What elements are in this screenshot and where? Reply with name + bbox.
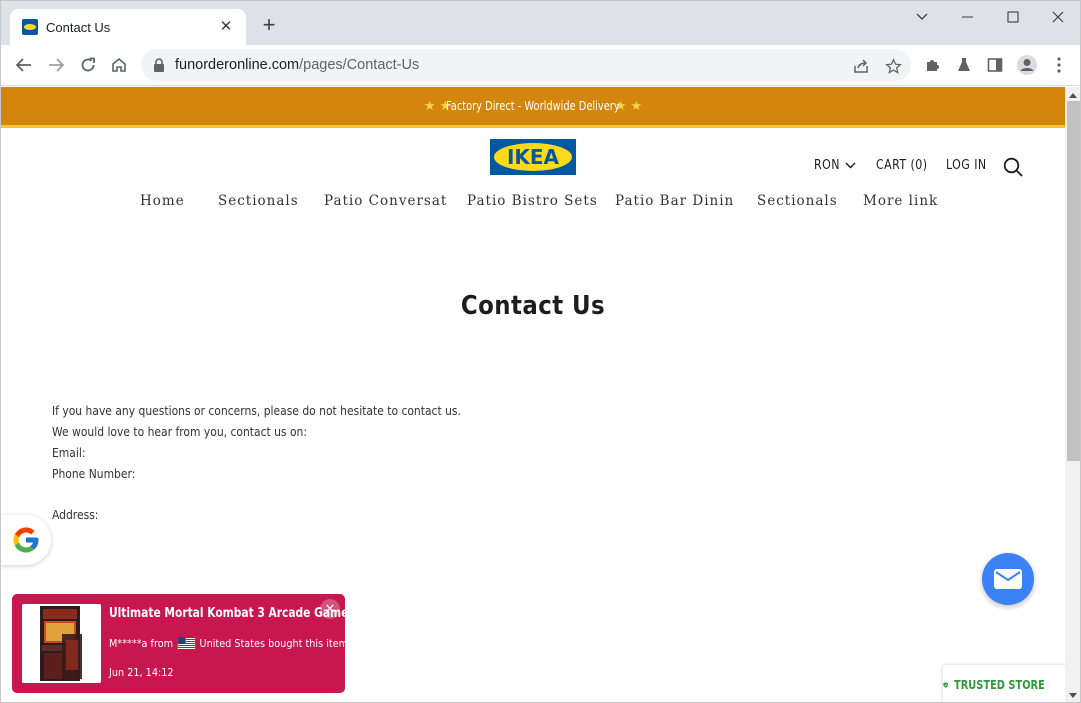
- popup-product-title[interactable]: Ultimate Mortal Kombat 3 Arcade Game: [109, 606, 348, 621]
- announcement-bar: ★ ★ Factory Direct - Worldwide Delivery …: [1, 87, 1065, 128]
- scroll-thumb[interactable]: [1067, 101, 1080, 461]
- address-bar[interactable]: funorderonline.com/pages/Contact-Us: [141, 49, 911, 81]
- address-label: Address:: [52, 507, 99, 522]
- cart-label: CART (0): [876, 158, 928, 173]
- trusted-store-label: TRUSTED STORE: [954, 678, 1046, 692]
- currency-label: RON: [814, 158, 840, 173]
- store-logo[interactable]: IKEA: [490, 139, 576, 175]
- menu-item-patio-conversat[interactable]: Patio Conversat: [324, 193, 447, 209]
- page-scrollbar[interactable]: [1065, 87, 1080, 702]
- currency-selector[interactable]: RON: [814, 158, 856, 173]
- share-icon[interactable]: [851, 56, 871, 76]
- popup-close-icon[interactable]: ✕: [320, 599, 340, 619]
- browser-menu-icon[interactable]: [1048, 54, 1070, 76]
- email-label: Email:: [52, 445, 86, 460]
- popup-buyer: M*****a from: [109, 637, 174, 650]
- lock-icon: [154, 58, 164, 72]
- browser-tab-active[interactable]: Contact Us ✕: [10, 9, 246, 45]
- menu-item-sectionals[interactable]: Sectionals: [218, 193, 299, 209]
- browser-toolbar: funorderonline.com/pages/Contact-Us: [1, 45, 1080, 86]
- contact-mail-button[interactable]: [982, 553, 1034, 605]
- popup-buyer-line: M*****a from United States bought this i…: [109, 637, 348, 650]
- scroll-down-arrow-icon[interactable]: [1069, 693, 1077, 698]
- browser-window: Contact Us ✕ + funorderonline.com/pages/…: [0, 0, 1081, 703]
- scroll-up-arrow-icon[interactable]: [1069, 93, 1077, 98]
- us-flag-icon: [177, 637, 196, 650]
- logo-text: IKEA: [507, 146, 560, 168]
- product-thumbnail: [22, 604, 101, 683]
- login-link[interactable]: LOG IN: [946, 158, 994, 173]
- tab-title: Contact Us: [46, 19, 111, 35]
- google-g-icon: [13, 527, 39, 553]
- recent-purchase-popup[interactable]: Ultimate Mortal Kombat 3 Arcade Game M**…: [12, 594, 348, 693]
- page-title: Contact Us: [1, 291, 1065, 321]
- phone-label: Phone Number:: [52, 466, 136, 481]
- star-icon: ★: [423, 98, 436, 114]
- labs-flask-icon[interactable]: [953, 54, 975, 76]
- contact-invite-text: We would love to hear from you, contact …: [52, 424, 307, 439]
- menu-item-patio-bistro-sets[interactable]: Patio Bistro Sets: [467, 193, 598, 209]
- shield-check-icon: [943, 682, 948, 688]
- back-arrow-icon[interactable]: [11, 52, 37, 78]
- menu-item-sectionals-2[interactable]: Sectionals: [757, 193, 838, 209]
- tab-close-icon[interactable]: ✕: [216, 17, 236, 37]
- new-tab-icon[interactable]: +: [257, 14, 281, 38]
- window-close-icon[interactable]: [1043, 5, 1073, 29]
- google-reviews-badge[interactable]: [1, 515, 51, 565]
- cart-link[interactable]: CART (0): [876, 158, 937, 173]
- logo-wordmark: IKEA: [507, 146, 560, 168]
- maximize-icon[interactable]: [998, 5, 1028, 29]
- tab-strip: Contact Us ✕ +: [1, 1, 1080, 45]
- reload-icon[interactable]: [75, 52, 101, 78]
- side-panel-icon[interactable]: [984, 54, 1006, 76]
- menu-item-patio-bar-dinin[interactable]: Patio Bar Dinin: [615, 193, 734, 209]
- popup-date: Jun 21, 14:12: [109, 666, 174, 679]
- page-viewport: ★ ★ Factory Direct - Worldwide Delivery …: [1, 87, 1065, 702]
- extensions-puzzle-icon[interactable]: [922, 54, 944, 76]
- home-icon[interactable]: [106, 52, 132, 78]
- bookmark-star-icon[interactable]: [883, 56, 903, 76]
- envelope-icon: [994, 569, 1022, 589]
- url-path: /pages/Contact-Us: [299, 57, 420, 73]
- ikea-favicon-icon: [22, 19, 38, 35]
- tab-search-chevron-icon[interactable]: [907, 5, 937, 29]
- url-domain: funorderonline.com: [175, 57, 300, 73]
- announcement-text: Factory Direct - Worldwide Delivery: [446, 99, 620, 113]
- login-label: LOG IN: [946, 158, 987, 173]
- page-title-text: Contact Us: [460, 291, 606, 321]
- menu-item-more-link[interactable]: More link: [863, 193, 938, 209]
- profile-avatar-icon[interactable]: [1016, 54, 1038, 76]
- contact-intro-text: If you have any questions or concerns, p…: [52, 403, 461, 418]
- forward-arrow-icon[interactable]: [43, 52, 69, 78]
- minimize-icon[interactable]: [953, 5, 983, 29]
- chevron-down-icon: [845, 162, 855, 169]
- logo-oval: IKEA: [494, 143, 572, 171]
- popup-location-action: United States bought this item: [199, 637, 349, 650]
- search-icon[interactable]: [1003, 157, 1023, 177]
- menu-item-home[interactable]: Home: [140, 193, 185, 209]
- trusted-store-badge[interactable]: TRUSTED STORE: [943, 665, 1065, 702]
- url-text: funorderonline.com/pages/Contact-Us: [175, 57, 419, 73]
- star-icon: ★: [630, 98, 643, 114]
